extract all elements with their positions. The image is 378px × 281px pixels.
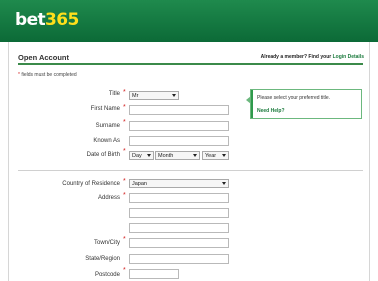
need-help-link[interactable]: Need Help? — [257, 108, 285, 114]
dob-required-star: * — [123, 148, 126, 155]
page-title: Open Account — [18, 53, 69, 62]
known-as-label: Known As — [93, 138, 120, 144]
bet365-logo[interactable]: bet365 — [15, 10, 79, 30]
title-select-value: Mr — [132, 93, 139, 99]
address-line-3-field[interactable] — [129, 223, 229, 233]
country-required-star: * — [123, 178, 126, 185]
dob-year-select[interactable]: Year — [202, 151, 229, 160]
state-region-field[interactable] — [129, 254, 229, 264]
chevron-down-icon — [172, 94, 176, 97]
dob-day-select[interactable]: Day — [129, 151, 154, 160]
required-star: * — [18, 72, 20, 78]
member-prompt: Already a member? Find your Login Detail… — [261, 54, 364, 60]
tooltip-accent-bar — [251, 90, 253, 118]
section-divider — [18, 170, 363, 171]
country-select[interactable]: Japan — [129, 179, 229, 188]
address-line-1-field[interactable] — [129, 193, 229, 203]
surname-required-star: * — [123, 119, 126, 126]
required-note-text: fields must be completed — [21, 72, 77, 78]
tooltip-message: Please select your preferred title. — [257, 95, 331, 101]
chevron-down-icon — [193, 154, 197, 157]
postcode-required-star: * — [123, 267, 126, 274]
site-header: bet365 — [0, 0, 378, 42]
logo-text-accent: 365 — [45, 10, 79, 30]
address-line-2-field[interactable] — [129, 208, 229, 218]
first-name-label: First Name — [90, 106, 120, 112]
surname-label: Surname — [95, 123, 120, 129]
country-select-value: Japan — [132, 181, 147, 187]
state-region-label: State/Region — [85, 256, 120, 262]
dob-day-value: Day — [132, 153, 142, 159]
town-city-label: Town/City — [93, 240, 120, 246]
country-label: Country of Residence — [62, 181, 120, 187]
address-label: Address — [97, 195, 120, 201]
first-name-required-star: * — [123, 104, 126, 111]
chevron-down-icon — [222, 182, 226, 185]
surname-field[interactable] — [129, 121, 229, 131]
title-required-star: * — [123, 89, 126, 96]
address-required-star: * — [123, 192, 126, 199]
chevron-down-icon — [222, 154, 226, 157]
title-select[interactable]: Mr — [129, 91, 179, 100]
postcode-label: Postcode — [94, 272, 120, 278]
dob-month-value: Month — [158, 153, 174, 159]
known-as-field[interactable] — [129, 136, 229, 146]
chevron-down-icon — [147, 154, 151, 157]
postcode-field[interactable] — [129, 269, 179, 279]
login-details-link[interactable]: Login Details — [333, 54, 364, 60]
member-prompt-text: Already a member? Find your — [260, 54, 333, 60]
logo-text-main: bet — [15, 10, 46, 30]
town-required-star: * — [123, 236, 126, 243]
dob-month-select[interactable]: Month — [155, 151, 200, 160]
dob-label: Date of Birth — [86, 152, 120, 158]
required-fields-note: * fields must be completed — [18, 72, 77, 78]
town-city-field[interactable] — [129, 238, 229, 248]
title-label: Title — [108, 91, 120, 97]
title-divider — [18, 63, 363, 65]
first-name-field[interactable] — [129, 105, 229, 115]
dob-year-value: Year — [205, 153, 217, 159]
title-help-tooltip: Please select your preferred title. Need… — [246, 89, 362, 119]
